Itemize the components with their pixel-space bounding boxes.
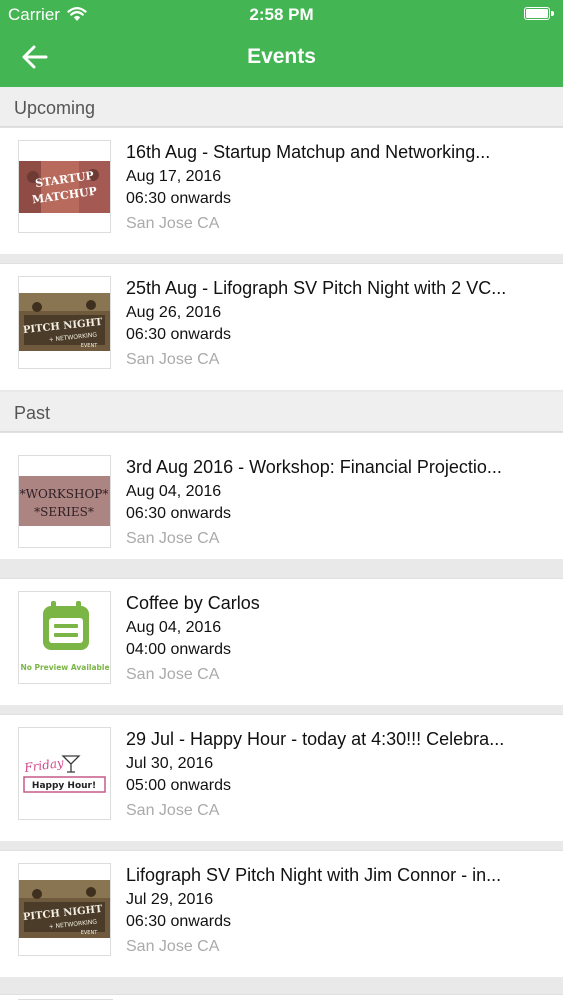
thumb-text: Happy Hour! bbox=[32, 781, 96, 791]
event-thumbnail: STARTUP MATCHUP bbox=[18, 140, 111, 233]
event-date: Aug 26, 2016 bbox=[126, 304, 222, 321]
event-row[interactable]: *WORKSHOP* *SERIES* 3rd Aug 2016 - Works… bbox=[0, 432, 563, 559]
event-time: 06:30 onwards bbox=[126, 326, 231, 343]
thumb-text: EVENT bbox=[81, 930, 98, 936]
event-title: 29 Jul - Happy Hour - today at 4:30!!! C… bbox=[126, 729, 505, 749]
event-date: Aug 17, 2016 bbox=[126, 168, 222, 185]
event-location: San Jose CA bbox=[126, 938, 220, 955]
page-title: Events bbox=[247, 45, 316, 68]
event-time: 05:00 onwards bbox=[126, 777, 231, 794]
thumb-text: EVENT bbox=[81, 343, 98, 349]
no-preview-label: No Preview Available bbox=[20, 663, 109, 672]
event-date: Jul 30, 2016 bbox=[126, 755, 214, 772]
event-title: 3rd Aug 2016 - Workshop: Financial Proje… bbox=[126, 457, 502, 477]
battery-icon bbox=[524, 7, 554, 20]
event-time: 06:30 onwards bbox=[126, 190, 231, 207]
thumb-text: *SERIES* bbox=[34, 505, 94, 519]
event-time: 06:30 onwards bbox=[126, 913, 231, 930]
navigation-bar: Carrier 2:58 PM Events bbox=[0, 0, 563, 87]
event-thumbnail: No Preview Available bbox=[18, 591, 111, 684]
event-row[interactable]: Friday Happy Hour! 29 Jul - Happy Hour -… bbox=[0, 714, 563, 841]
section-header-past: Past bbox=[0, 392, 563, 432]
status-time: 2:58 PM bbox=[249, 5, 314, 24]
event-title: 16th Aug - Startup Matchup and Networkin… bbox=[126, 142, 491, 162]
event-row[interactable]: PITCH NIGHT + NETWORKING EVENT 25th Aug … bbox=[0, 263, 563, 390]
calendar-icon bbox=[43, 601, 89, 650]
event-time: 06:30 onwards bbox=[126, 505, 231, 522]
event-date: Jul 29, 2016 bbox=[126, 891, 214, 908]
event-date: Aug 04, 2016 bbox=[126, 483, 222, 500]
event-time: 04:00 onwards bbox=[126, 641, 231, 658]
thumb-text: *WORKSHOP* bbox=[20, 487, 109, 501]
app-screen: Carrier 2:58 PM Events Upcoming STARTUP … bbox=[0, 0, 563, 1000]
event-row-partial[interactable] bbox=[0, 994, 563, 1000]
event-row[interactable]: STARTUP MATCHUP 16th Aug - Startup Match… bbox=[0, 127, 563, 254]
event-row[interactable]: No Preview Available Coffee by Carlos Au… bbox=[0, 578, 563, 705]
section-header-upcoming: Upcoming bbox=[0, 87, 563, 127]
status-bar: Carrier 2:58 PM bbox=[0, 0, 563, 30]
event-date: Aug 04, 2016 bbox=[126, 619, 222, 636]
event-thumbnail: *WORKSHOP* *SERIES* bbox=[18, 455, 111, 548]
event-thumbnail: PITCH NIGHT + NETWORKING EVENT bbox=[18, 276, 111, 369]
event-thumbnail: Friday Happy Hour! bbox=[18, 727, 111, 820]
event-location: San Jose CA bbox=[126, 351, 220, 368]
event-title: Coffee by Carlos bbox=[126, 593, 260, 613]
event-location: San Jose CA bbox=[126, 666, 220, 683]
event-location: San Jose CA bbox=[126, 802, 220, 819]
event-title: Lifograph SV Pitch Night with Jim Connor… bbox=[126, 865, 502, 885]
event-location: San Jose CA bbox=[126, 530, 220, 547]
event-location: San Jose CA bbox=[126, 215, 220, 232]
event-thumbnail: PITCH NIGHT + NETWORKING EVENT bbox=[18, 863, 111, 956]
event-title: 25th Aug - Lifograph SV Pitch Night with… bbox=[126, 278, 507, 298]
event-row[interactable]: PITCH NIGHT + NETWORKING EVENT Lifograph… bbox=[0, 850, 563, 977]
